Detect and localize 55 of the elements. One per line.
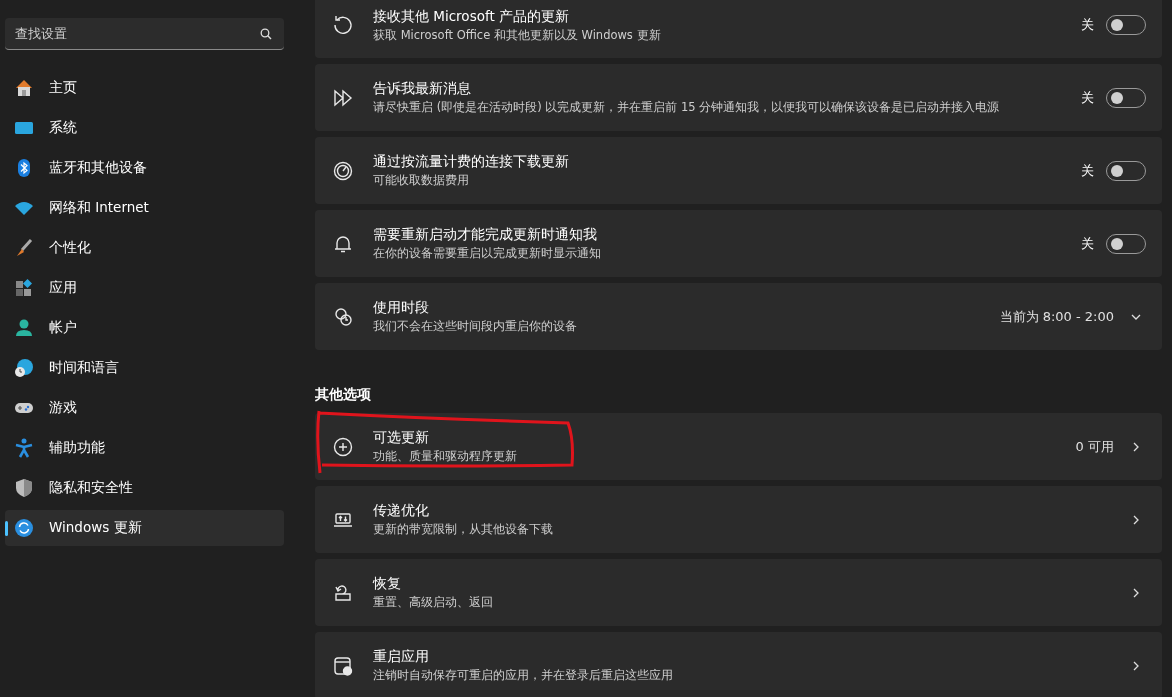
nav-item[interactable]: 系统 [5, 110, 284, 146]
toggle-state-label: 关 [1081, 161, 1094, 180]
option-description: 注销时自动保存可重启的应用，并在登录后重启这些应用 [373, 668, 674, 683]
plus-circle-icon [332, 435, 354, 458]
setting-description: 我们不会在这些时间段内重启你的设备 [373, 319, 578, 334]
nav-item[interactable]: 网络和 Internet [5, 190, 284, 226]
nav-item[interactable]: 蓝牙和其他设备 [5, 150, 284, 186]
shield-icon [13, 477, 35, 499]
nav-item[interactable]: 主页 [5, 70, 284, 106]
clock-icon [332, 305, 354, 328]
available-count: 0 可用 [1075, 437, 1114, 456]
setting-title: 使用时段 [373, 299, 430, 317]
setting-title: 接收其他 Microsoft 产品的更新 [373, 7, 571, 26]
setting-title: 通过按流量计费的连接下载更新 [373, 153, 570, 171]
search-icon [260, 28, 272, 40]
option-card[interactable]: 可选更新 功能、质量和驱动程序更新 0 可用 [315, 413, 1162, 480]
history-icon [332, 14, 354, 36]
nav-item[interactable]: 游戏 [5, 390, 284, 426]
nav-item[interactable]: 应用 [5, 270, 284, 306]
search-field[interactable]: 查找设置 [5, 18, 284, 50]
option-card[interactable]: 恢复 重置、高级启动、返回 [315, 559, 1162, 626]
selection-indicator [5, 521, 8, 536]
setting-description: 可能收取数据费用 [373, 173, 470, 188]
setting-title: 告诉我最新消息 [373, 80, 472, 98]
toggle-state-label: 关 [1081, 234, 1094, 253]
option-title: 重启应用 [373, 648, 430, 666]
accessibility-icon [13, 437, 35, 459]
gauge-icon [332, 159, 354, 182]
option-description: 更新的带宽限制，从其他设备下载 [373, 522, 554, 537]
toggle-state-label: 关 [1081, 16, 1094, 34]
nav-item[interactable]: 隐私和安全性 [5, 470, 284, 506]
apps-icon [13, 277, 35, 299]
setting-description: 请尽快重启 (即使是在活动时段) 以完成更新，并在重启前 15 分钟通知我，以便我可以确保该设备是已启动并接入电源 [373, 100, 1001, 115]
toggle-state-label: 关 [1081, 88, 1094, 107]
person-icon [13, 317, 35, 339]
globe-clock-icon [13, 357, 35, 379]
nav-item[interactable]: 辅助功能 [5, 430, 284, 466]
option-title: 恢复 [373, 575, 402, 593]
setting-description: 获取 Microsoft Office 和其他更新以及 Windows 更新 [373, 27, 662, 43]
option-title: 可选更新 [373, 429, 430, 447]
setting-title: 需要重新启动才能完成更新时通知我 [373, 226, 598, 244]
option-card[interactable]: 重启应用 注销时自动保存可重启的应用，并在登录后重启这些应用 [315, 632, 1162, 697]
nav-item[interactable]: Windows 更新 [5, 510, 284, 546]
restart-app-icon [332, 654, 354, 677]
nav-item[interactable]: 个性化 [5, 230, 284, 266]
section-heading: 其他选项 [315, 386, 372, 404]
nav-item[interactable]: 时间和语言 [5, 350, 284, 386]
setting-description: 在你的设备需要重启以完成更新时显示通知 [373, 246, 602, 261]
option-card[interactable]: 传递优化 更新的带宽限制，从其他设备下载 [315, 486, 1162, 553]
active-hours-value: 当前为 8:00 - 2:00 [999, 307, 1114, 326]
sync-icon [13, 517, 35, 539]
nav-item[interactable]: 帐户 [5, 310, 284, 346]
option-description: 重置、高级启动、返回 [373, 595, 494, 610]
option-title: 传递优化 [373, 502, 430, 520]
option-description: 功能、质量和驱动程序更新 [373, 449, 518, 464]
